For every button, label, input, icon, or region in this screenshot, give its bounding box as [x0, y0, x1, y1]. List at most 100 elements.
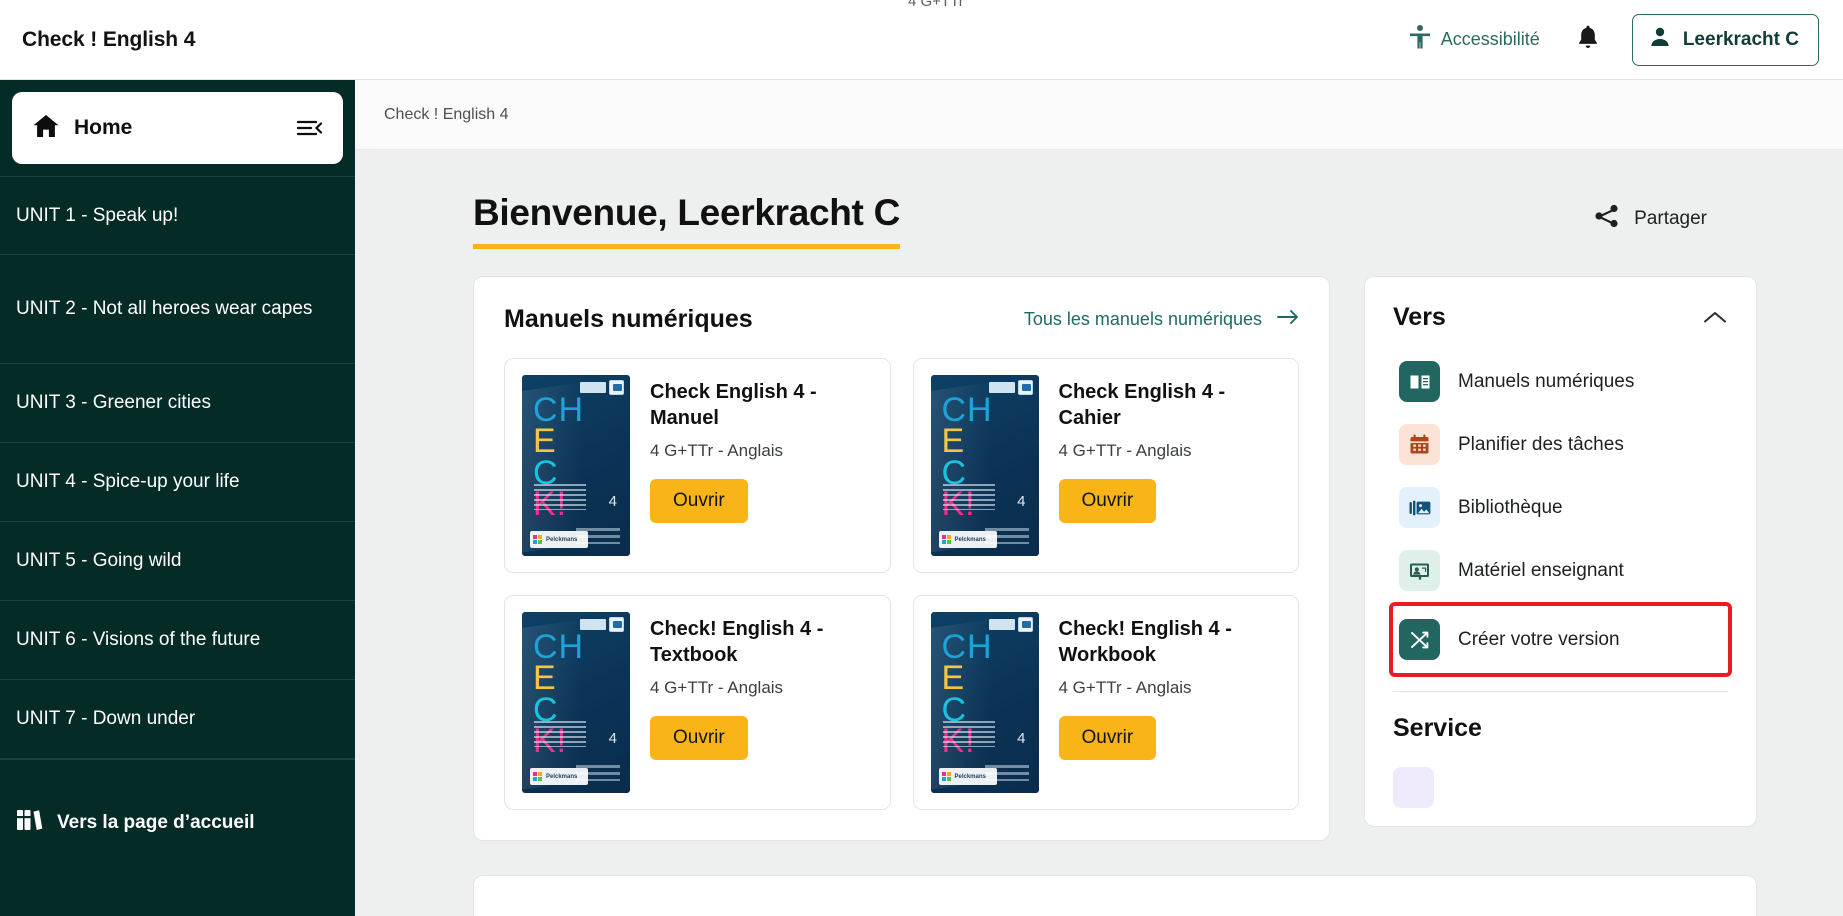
user-account-button[interactable]: Leerkracht C	[1631, 13, 1819, 66]
book-info: Check English 4 - Cahier 4 G+TTr - Angla…	[1058, 375, 1269, 556]
chevron-up-icon[interactable]	[1702, 310, 1728, 326]
user-avatar-icon	[1648, 25, 1672, 55]
book-title: Check! English 4 - Workbook	[1058, 618, 1232, 666]
book-card[interactable]: CHECK! 4 Pelckmans Check English 4 - Cah…	[912, 358, 1299, 573]
book-cover-image: CHECK! 4 Pelckmans	[522, 375, 630, 556]
vers-panel: Vers Manuels numériques Planifier des tâ…	[1364, 276, 1757, 827]
arrow-right-icon	[1277, 309, 1299, 330]
books-shelf-icon	[16, 808, 43, 838]
open-book-button[interactable]: Ouvrir	[1058, 716, 1157, 760]
book-info: Check English 4 - Manuel 4 G+TTr - Angla…	[650, 375, 860, 556]
presentation-teacher-icon	[1399, 550, 1440, 591]
open-book-icon	[1399, 361, 1440, 402]
book-card[interactable]: CHECK! 4 Pelckmans Check! English 4 - Wo…	[912, 595, 1299, 810]
open-book-button[interactable]: Ouvrir	[650, 716, 748, 760]
share-nodes-icon	[1594, 204, 1620, 234]
sidebar-unit-label: UNIT 5 - Going wild	[16, 550, 182, 572]
vers-item-label: Matériel enseignant	[1458, 559, 1624, 581]
book-subtitle: 4 G+TTr - Anglais	[650, 678, 784, 697]
accessibility-button[interactable]: Accessibilité	[1404, 18, 1544, 61]
sidebar-item-unit-3[interactable]: UNIT 3 - Greener cities	[0, 364, 355, 443]
main-content: Bienvenue, Leerkracht C Partager Manuels…	[355, 150, 1843, 916]
breadcrumb-item[interactable]: Check ! English 4	[384, 106, 509, 124]
sidebar-item-unit-4[interactable]: UNIT 4 - Spice-up your life	[0, 443, 355, 522]
vers-divider	[1393, 691, 1728, 692]
calendar-icon	[1399, 424, 1440, 465]
notifications-button[interactable]	[1570, 18, 1606, 61]
service-item-icon-tile[interactable]	[1393, 767, 1434, 808]
content-grid: Manuels numériques Tous les manuels numé…	[355, 249, 1843, 841]
vers-item-create-your-version[interactable]: Créer votre version	[1389, 602, 1732, 677]
next-section-card	[473, 875, 1757, 916]
manuals-column: Manuels numériques Tous les manuels numé…	[473, 276, 1330, 841]
book-info: Check! English 4 - Textbook 4 G+TTr - An…	[650, 612, 860, 793]
top-header-bar: Check ! English 4 Accessibilité Leerkrac…	[0, 0, 1843, 80]
sidebar-footer-label: Vers la page d’accueil	[57, 811, 255, 833]
vers-item-digital-manuals[interactable]: Manuels numériques	[1393, 350, 1728, 413]
sidebar-home-label: Home	[74, 116, 133, 139]
book-cover-image: CHECK! 4 Pelckmans	[522, 612, 630, 793]
book-info: Check! English 4 - Workbook 4 G+TTr - An…	[1058, 612, 1269, 793]
vers-item-library[interactable]: Bibliothèque	[1393, 476, 1728, 539]
sidebar-unit-label: UNIT 1 - Speak up!	[16, 204, 179, 226]
book-cover-image: CHECK! 4 Pelckmans	[930, 375, 1039, 556]
sidebar-unit-label: UNIT 7 - Down under	[16, 708, 196, 730]
sidebar-unit-label: UNIT 6 - Visions of the future	[16, 629, 261, 651]
manuals-section-title: Manuels numériques	[504, 305, 753, 333]
sidebar-item-unit-7[interactable]: UNIT 7 - Down under	[0, 680, 355, 759]
sidebar-unit-label: UNIT 2 - Not all heroes wear capes	[16, 298, 313, 320]
vers-panel-header: Vers	[1393, 303, 1728, 332]
vers-item-list: Manuels numériques Planifier des tâches …	[1389, 350, 1732, 677]
all-manuals-link[interactable]: Tous les manuels numériques	[1024, 309, 1299, 330]
house-icon	[32, 113, 60, 144]
book-title: Check English 4 - Manuel	[650, 381, 817, 429]
book-card[interactable]: CHECK! 4 Pelckmans Check! English 4 - Te…	[504, 595, 891, 810]
vers-item-label: Bibliothèque	[1458, 496, 1563, 518]
vers-item-label: Manuels numériques	[1458, 370, 1635, 392]
all-manuals-label: Tous les manuels numériques	[1023, 309, 1262, 329]
sidebar-item-unit-6[interactable]: UNIT 6 - Visions of the future	[0, 601, 355, 680]
vers-item-plan-tasks[interactable]: Planifier des tâches	[1393, 413, 1728, 476]
book-subtitle: 4 G+TTr - Anglais	[1058, 441, 1192, 460]
book-subtitle: 4 G+TTr - Anglais	[1058, 678, 1192, 697]
book-title: Check English 4 - Cahier	[1058, 381, 1226, 429]
sidebar-item-home[interactable]: Home	[12, 92, 343, 164]
app-brand-title: Check ! English 4	[22, 27, 196, 51]
book-card[interactable]: CHECK! 4 Pelckmans Check English 4 - Man…	[504, 358, 891, 573]
share-label: Partager	[1634, 208, 1707, 229]
breadcrumb-bar: Check ! English 4	[355, 80, 1843, 150]
book-cover-image: CHECK! 4 Pelckmans	[930, 612, 1039, 793]
media-library-icon	[1399, 487, 1440, 528]
sidebar-item-unit-5[interactable]: UNIT 5 - Going wild	[0, 522, 355, 601]
vers-item-label: Planifier des tâches	[1458, 433, 1624, 455]
user-name-label: Leerkracht C	[1682, 28, 1799, 50]
digital-manuals-card: Manuels numériques Tous les manuels numé…	[473, 276, 1330, 841]
shuffle-arrows-icon	[1399, 619, 1440, 660]
accessibility-person-icon	[1408, 24, 1432, 55]
sidebar-item-unit-1[interactable]: UNIT 1 - Speak up!	[0, 176, 355, 255]
page-title: Bienvenue, Leerkracht C	[473, 192, 900, 249]
app-root: 4 G+TTr Check ! English 4 Accessibilité	[0, 0, 1843, 916]
page-title-row: Bienvenue, Leerkracht C Partager	[355, 150, 1843, 249]
vers-item-label: Créer votre version	[1458, 628, 1620, 650]
vers-column: Vers Manuels numériques Planifier des tâ…	[1364, 276, 1757, 841]
open-book-button[interactable]: Ouvrir	[650, 479, 748, 523]
header-actions: Accessibilité Leerkracht C	[1404, 13, 1819, 66]
vers-panel-title: Vers	[1393, 303, 1446, 331]
sidebar-item-unit-2[interactable]: UNIT 2 - Not all heroes wear capes	[0, 255, 355, 364]
vers-item-teacher-material[interactable]: Matériel enseignant	[1393, 539, 1728, 602]
book-title: Check! English 4 - Textbook	[650, 618, 824, 666]
service-section-title: Service	[1393, 714, 1482, 742]
open-book-button[interactable]: Ouvrir	[1058, 479, 1157, 523]
clipped-top-text: 4 G+TTr	[908, 0, 964, 10]
book-subtitle: 4 G+TTr - Anglais	[650, 441, 784, 460]
sidebar-unit-label: UNIT 4 - Spice-up your life	[16, 471, 240, 493]
share-button[interactable]: Partager	[1594, 204, 1707, 234]
accessibility-label: Accessibilité	[1440, 29, 1540, 49]
collapse-menu-icon[interactable]	[295, 118, 323, 138]
sidebar-item-homepage-link[interactable]: Vers la page d’accueil	[0, 759, 355, 855]
bell-icon	[1576, 24, 1600, 55]
sidebar-unit-label: UNIT 3 - Greener cities	[16, 392, 211, 414]
book-grid: CHECK! 4 Pelckmans Check English 4 - Man…	[504, 358, 1299, 810]
left-sidebar: Home UNIT 1 - Speak up! UNIT 2 - Not all…	[0, 80, 355, 916]
